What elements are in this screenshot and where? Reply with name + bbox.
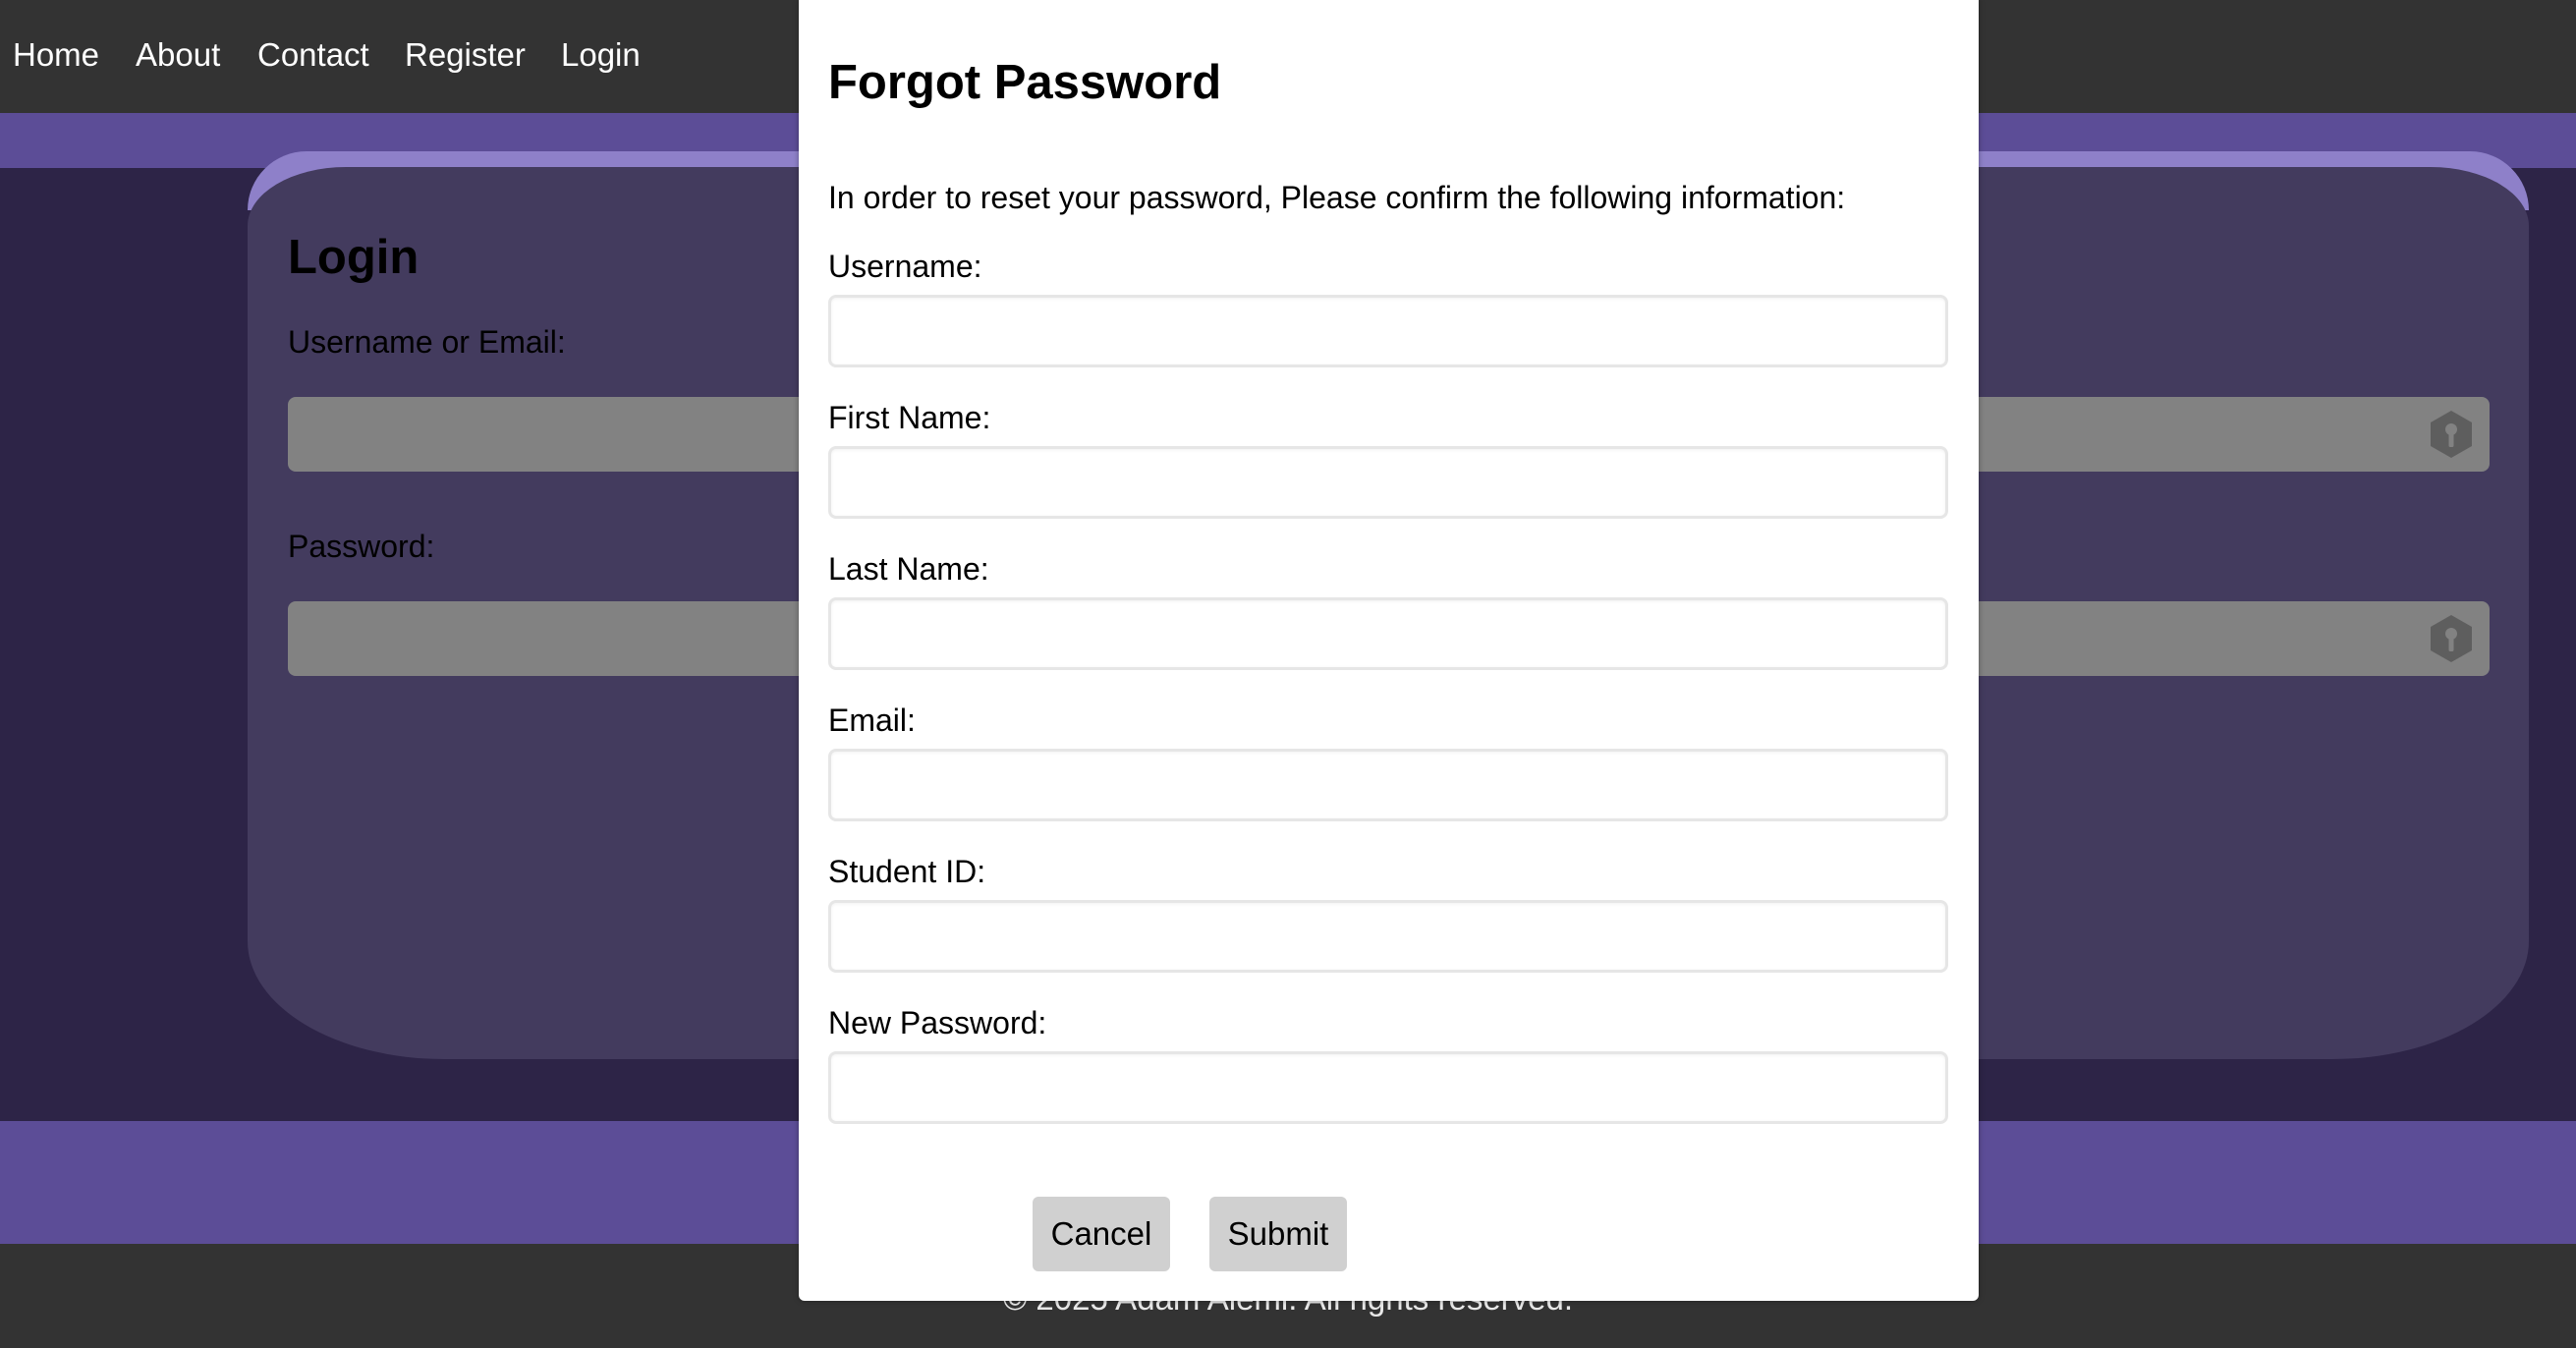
- forgot-password-modal: Forgot Password In order to reset your p…: [799, 0, 1979, 1301]
- modal-description: In order to reset your password, Please …: [828, 180, 1846, 215]
- nav-contact-link[interactable]: Contact: [257, 31, 369, 79]
- cancel-button[interactable]: Cancel: [1033, 1197, 1170, 1271]
- nav-register-link[interactable]: Register: [405, 31, 526, 79]
- nav-home-link[interactable]: Home: [13, 31, 99, 79]
- login-title: Login: [288, 231, 420, 284]
- modal-title: Forgot Password: [828, 56, 1222, 109]
- last-name-input[interactable]: [828, 597, 1948, 670]
- submit-button[interactable]: Submit: [1209, 1197, 1347, 1271]
- nav-login-link[interactable]: Login: [561, 31, 641, 79]
- first-name-input[interactable]: [828, 446, 1948, 519]
- nav-about-link[interactable]: About: [136, 31, 220, 79]
- username-input[interactable]: [828, 295, 1948, 367]
- email-input[interactable]: [828, 749, 1948, 821]
- key-icon[interactable]: [2427, 409, 2476, 460]
- first-name-label: First Name:: [828, 400, 991, 435]
- key-icon[interactable]: [2427, 613, 2476, 664]
- student-id-label: Student ID:: [828, 854, 986, 889]
- username-or-email-label: Username or Email:: [288, 324, 566, 360]
- email-label: Email:: [828, 702, 916, 738]
- new-password-label: New Password:: [828, 1005, 1047, 1040]
- last-name-label: Last Name:: [828, 551, 989, 587]
- new-password-input[interactable]: [828, 1051, 1948, 1124]
- student-id-input[interactable]: [828, 900, 1948, 973]
- username-label: Username:: [828, 249, 982, 284]
- password-label: Password:: [288, 529, 435, 564]
